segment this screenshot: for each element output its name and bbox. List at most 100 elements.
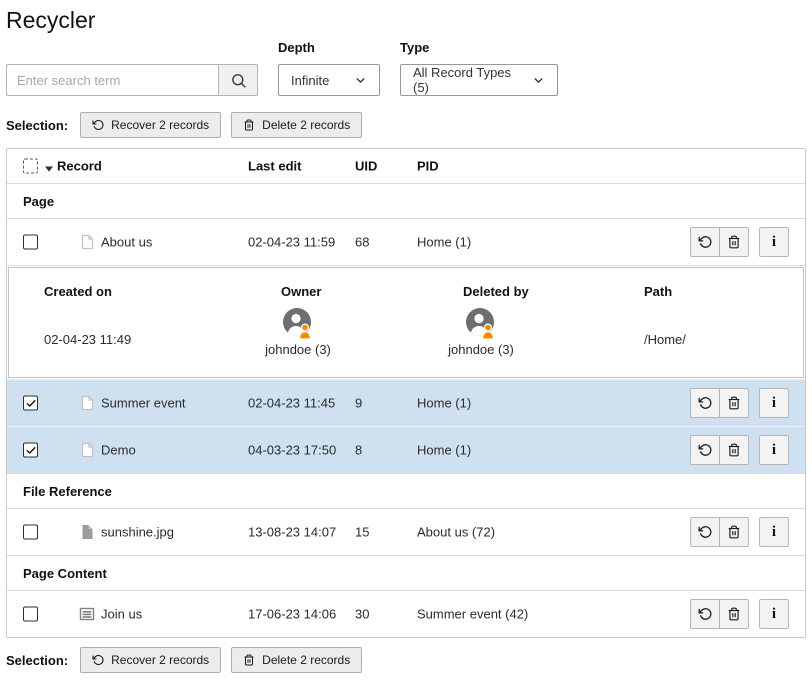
info-button[interactable]: i [759,517,789,547]
content-icon [79,606,95,622]
recover-icon [92,119,104,131]
owner-cell: johndoe (3) [258,308,338,357]
delete-button[interactable] [719,435,749,465]
type-select[interactable]: All Record Types (5) [400,64,558,96]
recycler-module: Recycler Depth Infinite Type All Record … [0,5,812,673]
row-checkbox[interactable] [23,443,38,458]
recover-button[interactable] [690,388,720,418]
trash-icon [243,654,255,666]
last-edit-cell: 17-06-23 14:06 [248,607,336,622]
selection-dropdown-caret-icon[interactable] [45,167,53,176]
delete-selection-label: Delete 2 records [262,118,350,132]
record-title[interactable]: Join us [101,607,142,622]
search-button[interactable] [218,64,258,96]
delete-button[interactable] [719,517,749,547]
uid-cell: 9 [355,396,362,411]
trash-icon [243,119,255,131]
pid-cell: About us (72) [417,525,495,540]
user-avatar [282,308,314,340]
chevron-down-icon [354,74,367,87]
user-avatar [465,308,497,340]
column-header-record: Record [57,159,102,174]
uid-cell: 68 [355,235,369,250]
row-checkbox[interactable] [23,525,38,540]
info-icon: i [772,524,776,541]
chevron-down-icon [532,74,545,87]
selection-label: Selection: [6,118,68,133]
page-icon [79,234,95,250]
file-icon [79,524,95,540]
delete-selection-button[interactable]: Delete 2 records [231,647,362,673]
record-title[interactable]: Demo [101,443,136,458]
path-value: /Home/ [644,332,686,347]
last-edit-cell: 04-03-23 17:50 [248,443,336,458]
record-title[interactable]: Summer event [101,396,186,411]
info-button[interactable]: i [759,599,789,629]
info-button[interactable]: i [759,435,789,465]
column-header-uid: UID [355,159,377,174]
type-label: Type [400,40,558,55]
delete-selection-label: Delete 2 records [262,653,350,667]
created-on-label: Created on [44,284,112,299]
last-edit-cell: 02-04-23 11:59 [248,235,335,250]
deleted-by-username: johndoe (3) [448,342,514,357]
type-filter: Type All Record Types (5) [400,40,558,96]
owner-username: johndoe (3) [265,342,331,357]
delete-button[interactable] [719,227,749,257]
table-row: About us 02-04-23 11:59 68 Home (1) i [7,218,805,265]
row-checkbox[interactable] [23,607,38,622]
recover-selection-button[interactable]: Recover 2 records [80,112,221,138]
info-icon: i [772,395,776,412]
recycler-table: Record Last edit UID PID Page About us 0… [6,148,806,638]
table-row: sunshine.jpg 13-08-23 14:07 15 About us … [7,508,805,555]
table-header: Record Last edit UID PID [7,149,805,183]
record-title[interactable]: About us [101,235,152,250]
group-row-page-content: Page Content [7,555,805,590]
table-row: Join us 17-06-23 14:06 30 Summer event (… [7,590,805,637]
page-title: Recycler [6,5,806,35]
info-button[interactable]: i [759,388,789,418]
selection-bar-bottom: Selection: Recover 2 records Delete 2 re… [6,647,806,673]
record-title[interactable]: sunshine.jpg [101,525,174,540]
delete-button[interactable] [719,388,749,418]
pid-cell: Home (1) [417,396,471,411]
recover-icon [92,654,104,666]
recover-selection-label: Recover 2 records [111,653,209,667]
depth-label: Depth [278,40,380,55]
recover-selection-label: Recover 2 records [111,118,209,132]
info-icon: i [772,234,776,251]
recover-selection-button[interactable]: Recover 2 records [80,647,221,673]
last-edit-cell: 13-08-23 14:07 [248,525,336,540]
row-checkbox[interactable] [23,396,38,411]
deleted-by-cell: johndoe (3) [441,308,521,357]
recover-button[interactable] [690,599,720,629]
pid-cell: Summer event (42) [417,607,528,622]
pid-cell: Home (1) [417,443,471,458]
page-icon [79,395,95,411]
row-checkbox[interactable] [23,235,38,250]
delete-button[interactable] [719,599,749,629]
depth-filter: Depth Infinite [278,40,380,96]
recover-button[interactable] [690,227,720,257]
info-button[interactable]: i [759,227,789,257]
filter-bar: Depth Infinite Type All Record Types (5) [6,40,806,96]
depth-value: Infinite [291,73,329,88]
owner-label: Owner [281,284,321,299]
delete-selection-button[interactable]: Delete 2 records [231,112,362,138]
recover-button[interactable] [690,517,720,547]
depth-select[interactable]: Infinite [278,64,380,96]
select-all-checkbox[interactable] [23,159,38,174]
uid-cell: 8 [355,443,362,458]
group-row-file-reference: File Reference [7,473,805,508]
selection-bar-top: Selection: Recover 2 records Delete 2 re… [6,112,806,138]
search-group [6,64,258,96]
type-value: All Record Types (5) [413,65,518,95]
search-input[interactable] [6,64,218,96]
recover-button[interactable] [690,435,720,465]
pid-cell: Home (1) [417,235,471,250]
selection-label: Selection: [6,653,68,668]
last-edit-cell: 02-04-23 11:45 [248,396,335,411]
created-on-value: 02-04-23 11:49 [44,332,131,347]
path-label: Path [644,284,672,299]
info-icon: i [772,606,776,623]
